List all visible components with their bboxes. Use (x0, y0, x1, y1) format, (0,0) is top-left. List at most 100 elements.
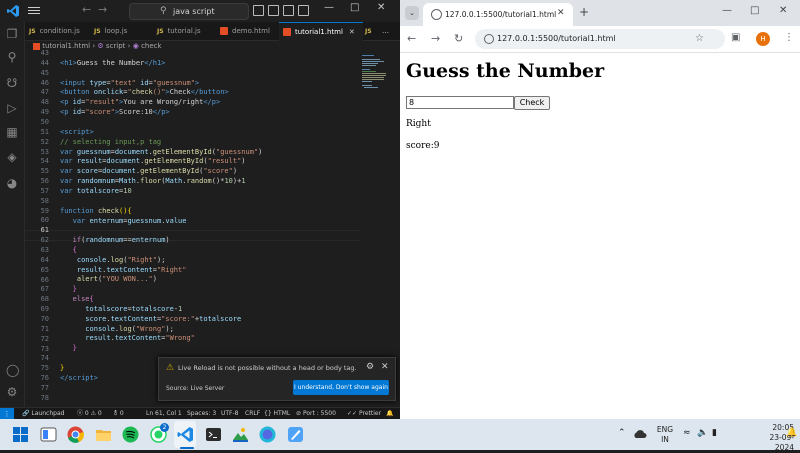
maximize-icon[interactable]: □ (350, 2, 359, 13)
onedrive-cloud-icon[interactable] (633, 429, 647, 439)
site-info-icon[interactable] (484, 34, 494, 44)
tab-close-icon[interactable]: ✕ (349, 28, 355, 36)
prettier-status[interactable]: ✓✓ Prettier (347, 408, 381, 419)
live-server-port[interactable]: ⊘ Port : 5500 (296, 408, 336, 419)
browser-tab-strip: ⌄ 127.0.0.1:5500/tutorial1.html ✕ + — □ … (400, 0, 800, 26)
browser-minimize-icon[interactable]: — (722, 5, 732, 16)
profile-avatar[interactable]: H (756, 32, 770, 46)
line-number: 59 (40, 206, 49, 215)
browser-close-icon[interactable]: ✕ (779, 5, 787, 16)
problems-status[interactable]: ⓧ 0 ⚠ 0 (77, 408, 102, 419)
explorer-icon[interactable]: ❐ (6, 28, 18, 40)
url-text: 127.0.0.1:5500/tutorial1.html (497, 34, 616, 43)
line-number: 66 (40, 275, 49, 284)
tab-demo-html[interactable]: demo.html (220, 22, 270, 40)
show-hidden-icons-icon[interactable]: ⌃ (618, 428, 626, 438)
line-number: 69 (40, 305, 49, 314)
encoding-status[interactable]: UTF-8 (221, 408, 239, 419)
search-view-icon[interactable]: ⚲ (6, 51, 18, 63)
volume-icon[interactable]: 🔈 (697, 428, 708, 438)
notification-center-icon[interactable]: 🔔 (786, 428, 797, 438)
breadcrumb-script[interactable]: script (106, 42, 126, 50)
widgets-icon[interactable] (40, 426, 57, 443)
tab-tutorial-js[interactable]: JS tutorial.js (157, 22, 201, 40)
spotify-icon[interactable] (122, 426, 139, 443)
bookmark-star-icon[interactable]: ☆ (695, 29, 704, 49)
extensions-icon[interactable]: ▦ (6, 126, 18, 138)
extensions-puzzle-icon[interactable]: ▣ (731, 32, 740, 43)
remote-indicator-icon[interactable]: ⋮ (0, 408, 14, 419)
forward-arrow-icon[interactable]: → (98, 3, 107, 16)
cursor-position[interactable]: Ln 61, Col 1 (146, 408, 182, 419)
line-number: 45 (40, 68, 49, 77)
close-icon[interactable]: ✕ (377, 2, 385, 13)
code-editor[interactable]: 43 44 45 46 47 48 49 50 51 52 53 54 55 56 57 58 59 60 61 62… (25, 49, 360, 406)
score-text: score:9 (406, 141, 440, 151)
input-language-indicator[interactable]: ENG IN (656, 425, 674, 445)
line-number: 76 (40, 374, 49, 383)
indentation-status[interactable]: Spaces: 3 (187, 408, 216, 419)
chrome-icon[interactable] (67, 426, 84, 443)
eol-status[interactable]: CRLF (245, 408, 260, 419)
address-bar[interactable]: 127.0.0.1:5500/tutorial1.html ☆ (475, 29, 725, 49)
python-icon[interactable]: ◈ (6, 151, 18, 163)
forward-icon[interactable]: → (431, 32, 440, 45)
tab-tutorial1-html[interactable]: tutorial1.html ✕ (279, 22, 363, 41)
run-debug-icon[interactable]: ▷ (6, 102, 18, 114)
toggle-sidebar-icon[interactable] (253, 5, 264, 16)
toggle-panel-icon[interactable] (268, 5, 279, 16)
canva-icon[interactable] (259, 426, 276, 443)
ports-status[interactable]: ⚨ 0 (113, 408, 124, 419)
terminal-icon[interactable] (205, 426, 222, 443)
dont-show-again-button[interactable]: I understand, Don't show again (293, 380, 389, 395)
line-number: 54 (40, 157, 49, 166)
back-arrow-icon[interactable]: ← (82, 3, 91, 16)
wifi-icon[interactable]: ≈ (683, 428, 691, 438)
browser-maximize-icon[interactable]: □ (750, 5, 759, 16)
line-number: 44 (40, 58, 49, 67)
toggle-secondary-sidebar-icon[interactable] (283, 5, 294, 16)
tab-loop-js[interactable]: JS loop.js (94, 22, 127, 40)
reload-icon[interactable]: ↻ (454, 32, 463, 45)
minimap[interactable] (360, 53, 390, 113)
tab-more-js[interactable]: JS (365, 22, 376, 40)
language-mode[interactable]: {} HTML (264, 408, 290, 419)
photos-icon[interactable] (232, 426, 249, 443)
check-button[interactable]: Check (514, 96, 550, 110)
browser-tab[interactable]: 127.0.0.1:5500/tutorial1.html ✕ (423, 3, 573, 26)
breadcrumb-function[interactable]: check (141, 42, 162, 50)
tab-search-icon[interactable]: ⌄ (405, 6, 419, 20)
back-icon[interactable]: ← (407, 32, 416, 45)
timeline-icon[interactable]: ◕ (6, 177, 18, 189)
line-number: 67 (40, 285, 49, 294)
notification-close-icon[interactable]: ✕ (381, 362, 389, 372)
menu-icon[interactable] (28, 5, 40, 17)
guess-input[interactable]: 8 (406, 96, 514, 109)
line-number: 55 (40, 167, 49, 176)
command-search-box[interactable]: ⚲ java script (129, 3, 249, 20)
account-icon[interactable]: ◯ (6, 364, 19, 376)
notification-settings-icon[interactable]: ⚙ (366, 362, 374, 372)
file-explorer-icon[interactable] (95, 426, 112, 443)
paint-icon[interactable] (287, 426, 304, 443)
windows-start-icon[interactable] (12, 426, 29, 443)
tabs-overflow-icon[interactable]: … (382, 22, 389, 40)
tab-condition-js[interactable]: JS condition.js (29, 22, 80, 40)
line-number: 63 (40, 246, 49, 254)
launchpad-status[interactable]: 🔗 Launchpad (22, 408, 64, 419)
live-reload-notification: ⚠ Live Reload is not possible without a … (158, 357, 396, 401)
customize-layout-icon[interactable] (298, 5, 309, 16)
vscode-taskbar-icon[interactable] (177, 426, 194, 443)
settings-gear-icon[interactable]: ⚙ (6, 386, 18, 398)
page-heading: Guess the Number (406, 60, 605, 82)
source-control-icon[interactable]: ☋ (6, 77, 18, 89)
battery-icon[interactable]: ▮ (712, 428, 717, 438)
breadcrumb-file[interactable]: tutorial1.html (42, 42, 90, 50)
more-options-icon[interactable]: ⋮ (784, 32, 794, 43)
tab-close-icon[interactable]: ✕ (557, 8, 565, 18)
notification-source: Source: Live Server (166, 385, 225, 392)
notifications-bell-icon[interactable]: 🔔 (386, 408, 393, 419)
line-number: 61 (40, 226, 49, 235)
new-tab-icon[interactable]: + (579, 5, 589, 19)
minimize-icon[interactable]: — (324, 2, 334, 13)
